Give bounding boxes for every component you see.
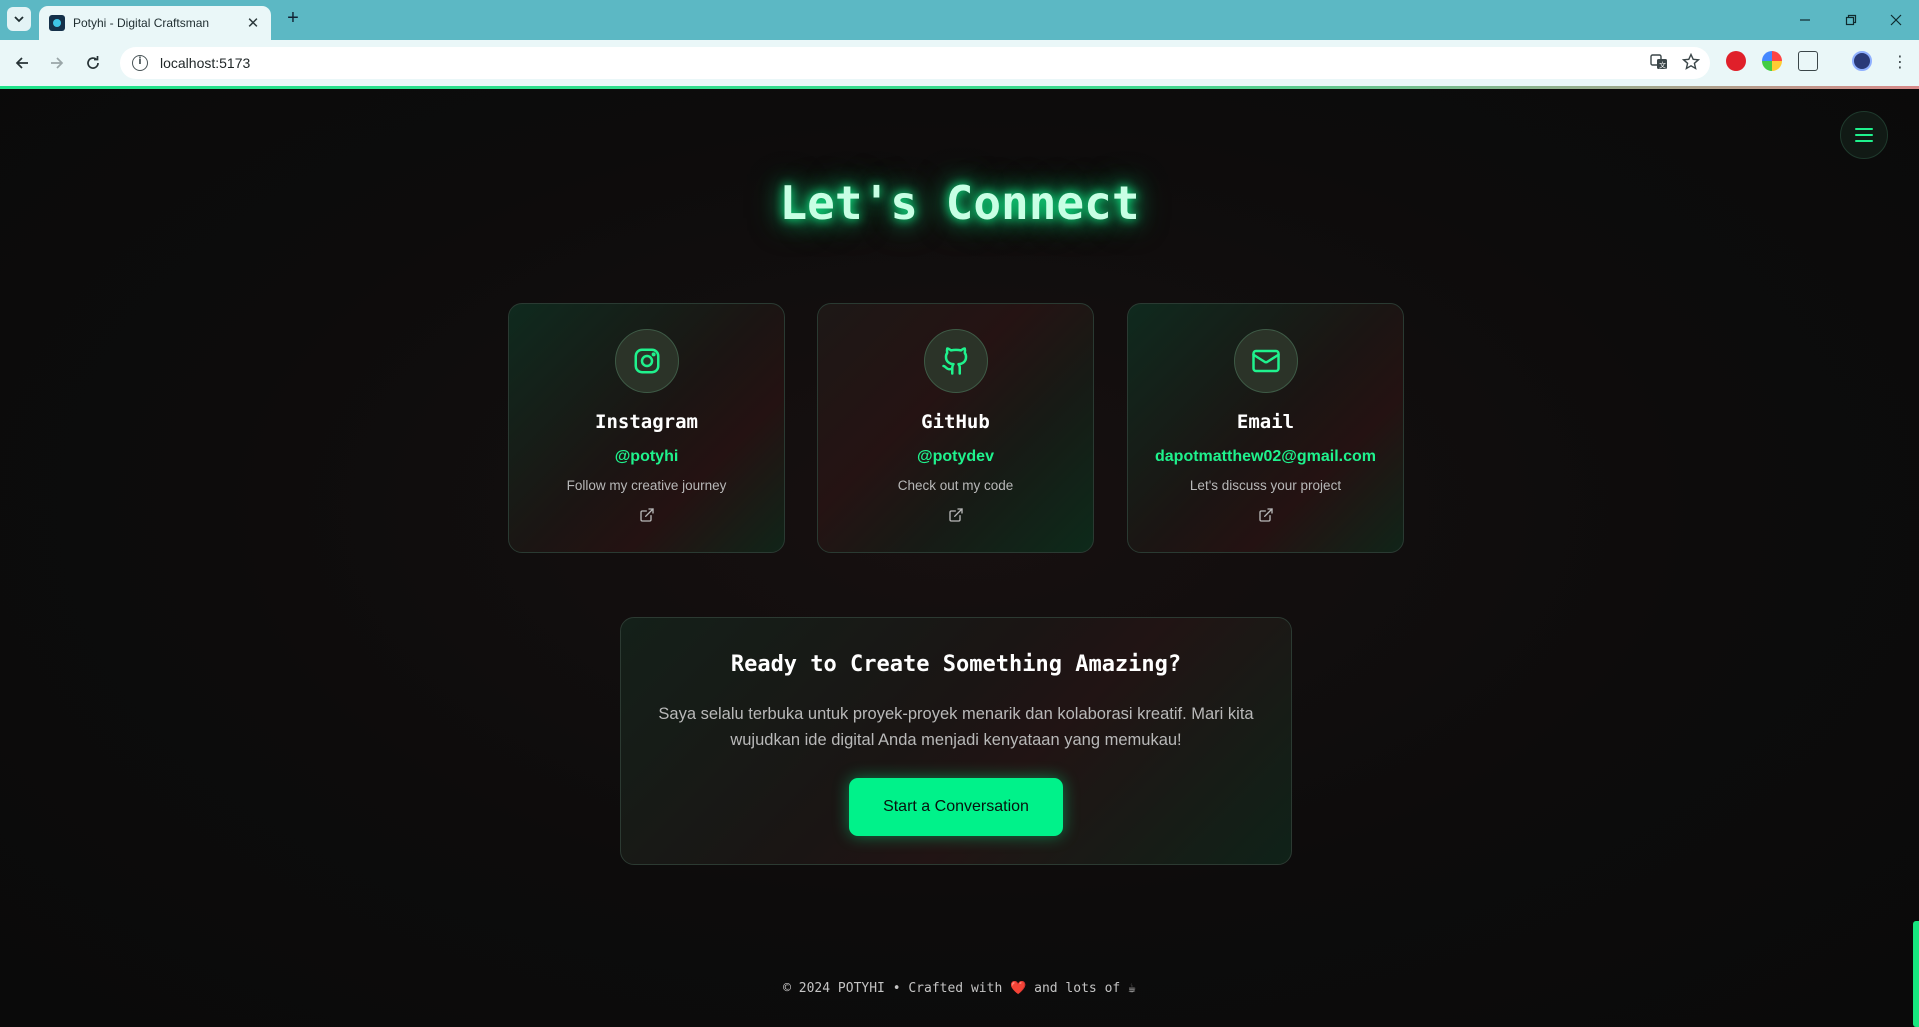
card-title: Email	[1236, 411, 1295, 433]
close-window-button[interactable]	[1873, 0, 1919, 40]
restore-button[interactable]	[1828, 0, 1874, 40]
browser-tab-active[interactable]: Potyhi - Digital Craftsman ✕	[39, 6, 271, 40]
card-description: Follow my creative journey	[566, 478, 727, 493]
forward-button[interactable]	[43, 49, 71, 77]
heart-icon: ❤️	[1010, 981, 1027, 996]
tab-title: Potyhi - Digital Craftsman	[73, 16, 210, 30]
instagram-icon	[614, 329, 679, 393]
color-extension-icon[interactable]	[1762, 51, 1782, 71]
address-bar[interactable]: i localhost:5173 文	[120, 47, 1710, 79]
footer: © 2024 POTYHI • Crafted with ❤️ and lots…	[0, 981, 1919, 996]
extensions-puzzle-icon[interactable]	[1798, 51, 1818, 71]
contact-card-github[interactable]: GitHub @potydev Check out my code	[817, 303, 1094, 553]
browser-tab-bar: Potyhi - Digital Craftsman ✕ +	[0, 0, 1919, 40]
tab-search-button[interactable]	[7, 7, 31, 31]
external-link-icon[interactable]	[948, 507, 964, 523]
site-info-icon[interactable]: i	[132, 55, 148, 71]
chevron-down-icon	[14, 16, 24, 23]
cta-text: Saya selalu terbuka untuk proyek-proyek …	[658, 705, 1254, 749]
contact-cards: Instagram @potyhi Follow my creative jou…	[508, 303, 1404, 553]
menu-icon-line	[1855, 140, 1873, 142]
start-conversation-button[interactable]: Start a Conversation	[849, 778, 1063, 836]
menu-icon-line	[1855, 128, 1873, 130]
url-text: localhost:5173	[160, 55, 251, 71]
coffee-icon: ☕	[1128, 981, 1136, 996]
page-content: Let's Connect Instagram @potyhi Follow m…	[0, 89, 1919, 1027]
external-link-icon[interactable]	[1258, 507, 1274, 523]
footer-text: © 2024 POTYHI • Crafted with	[783, 981, 1003, 996]
tab-close-icon[interactable]: ✕	[245, 14, 261, 32]
browser-toolbar: i localhost:5173 文	[0, 40, 1919, 86]
contact-card-email[interactable]: Email dapotmatthew02@gmail.com Let's dis…	[1127, 303, 1404, 553]
svg-text:文: 文	[1659, 61, 1666, 70]
card-handle: @potyhi	[614, 448, 679, 465]
reload-button[interactable]	[79, 49, 107, 77]
close-icon	[1890, 14, 1902, 26]
adblock-extension-icon[interactable]	[1726, 51, 1746, 71]
section-heading: Let's Connect	[779, 176, 1140, 230]
card-handle: dapotmatthew02@gmail.com	[1155, 448, 1376, 465]
back-button[interactable]	[8, 49, 36, 77]
arrow-right-icon	[51, 57, 64, 69]
mail-icon	[1233, 329, 1298, 393]
new-tab-button[interactable]: +	[282, 8, 304, 30]
restore-icon	[1845, 14, 1857, 26]
hamburger-menu-button[interactable]	[1840, 111, 1888, 159]
menu-icon-line	[1855, 134, 1873, 136]
profile-avatar[interactable]	[1852, 51, 1872, 71]
card-title: GitHub	[921, 411, 990, 433]
footer-text-middle: and lots of	[1034, 981, 1121, 996]
card-description: Check out my code	[897, 478, 1014, 493]
minimize-button[interactable]	[1782, 0, 1828, 40]
card-title: Instagram	[595, 411, 698, 433]
cta-title: Ready to Create Something Amazing?	[730, 652, 1182, 677]
browser-menu-icon[interactable]: ⋮	[1892, 52, 1908, 71]
translate-icon[interactable]: 文	[1650, 53, 1668, 71]
bookmark-star-icon[interactable]	[1682, 53, 1700, 71]
scrollbar-thumb[interactable]	[1913, 921, 1919, 1027]
minimize-icon	[1800, 19, 1810, 21]
card-description: Let's discuss your project	[1189, 478, 1342, 493]
github-icon	[923, 329, 988, 393]
arrow-left-icon	[15, 57, 28, 69]
cta-panel: Ready to Create Something Amazing? Saya …	[620, 617, 1292, 865]
card-handle: @potydev	[917, 448, 994, 465]
site-favicon-icon	[49, 15, 65, 31]
contact-card-instagram[interactable]: Instagram @potyhi Follow my creative jou…	[508, 303, 785, 553]
external-link-icon[interactable]	[639, 507, 655, 523]
reload-icon	[87, 56, 99, 69]
